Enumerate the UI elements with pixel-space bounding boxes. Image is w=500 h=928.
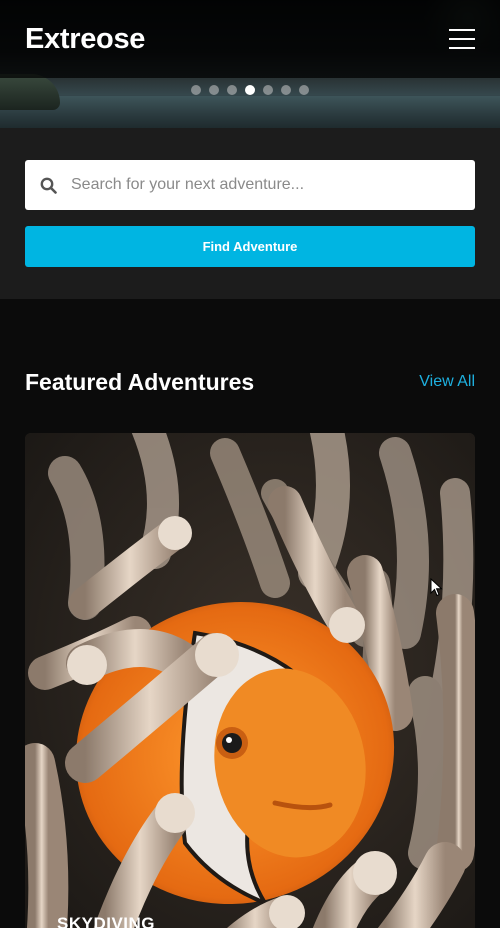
navbar: Extreose — [0, 0, 500, 78]
carousel-dot[interactable] — [263, 85, 273, 95]
card-category: SKYDIVING — [57, 914, 156, 928]
featured-title: Featured Adventures — [25, 368, 255, 395]
search-box[interactable] — [25, 160, 475, 210]
hamburger-line — [449, 38, 475, 40]
carousel-dot[interactable] — [245, 85, 255, 95]
carousel-dot[interactable] — [299, 85, 309, 95]
hamburger-line — [449, 47, 475, 49]
carousel-dot[interactable] — [281, 85, 291, 95]
search-input[interactable] — [71, 176, 441, 194]
search-section: Find Adventure — [0, 128, 500, 299]
carousel-dot[interactable] — [209, 85, 219, 95]
carousel-dot[interactable] — [227, 85, 237, 95]
hero-water — [0, 96, 500, 128]
search-icon — [40, 177, 57, 194]
mouse-cursor-icon — [430, 578, 443, 597]
clownfish-image — [25, 433, 475, 928]
featured-section: Featured Adventures View All SKYDIVING — [0, 367, 500, 928]
hamburger-menu-icon[interactable] — [449, 29, 475, 49]
featured-header: Featured Adventures View All — [25, 367, 475, 397]
hero-banner: Extreose — [0, 0, 500, 128]
adventure-card[interactable]: SKYDIVING — [25, 433, 475, 928]
find-adventure-button[interactable]: Find Adventure — [25, 226, 475, 267]
carousel-dot[interactable] — [191, 85, 201, 95]
hamburger-line — [449, 29, 475, 31]
carousel-dots — [0, 85, 500, 95]
view-all-link[interactable]: View All — [419, 373, 475, 391]
brand-logo[interactable]: Extreose — [25, 23, 145, 56]
